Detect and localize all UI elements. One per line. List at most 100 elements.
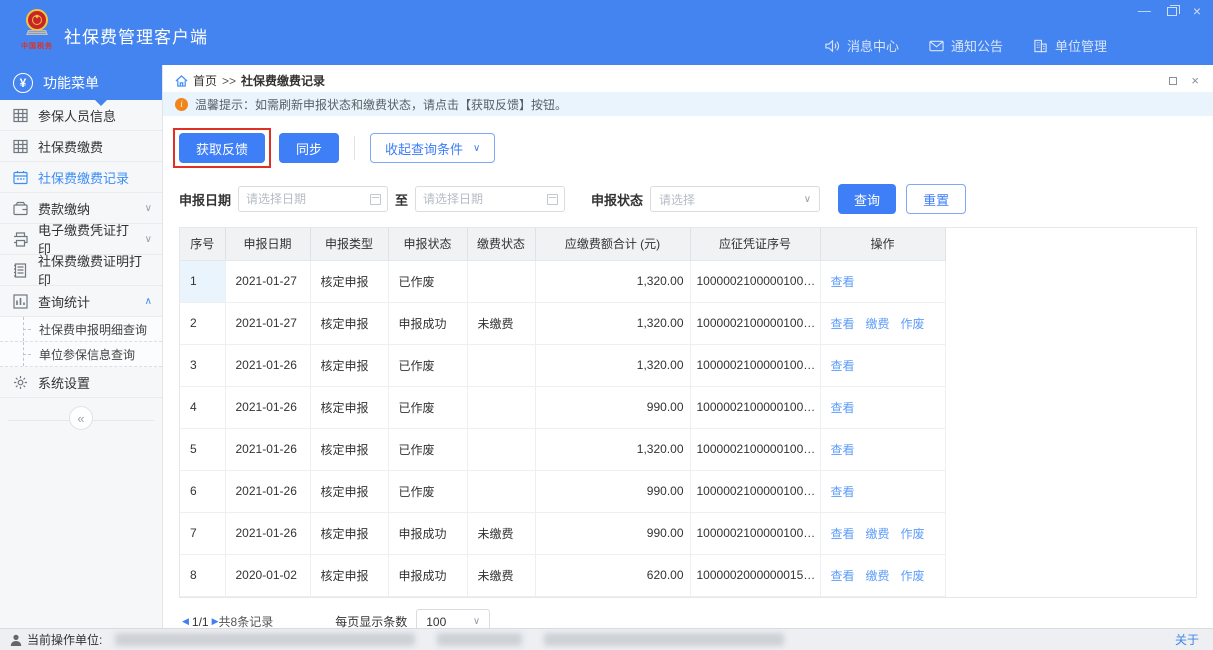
cert-icon bbox=[13, 263, 28, 278]
cell-pstatus bbox=[467, 344, 535, 386]
toolbar-divider bbox=[354, 136, 355, 160]
topbar-menu-unit-management[interactable]: 单位管理 bbox=[1033, 36, 1107, 55]
about-link[interactable]: 关于 bbox=[1175, 631, 1199, 648]
reset-button[interactable]: 重置 bbox=[906, 184, 966, 214]
get-feedback-button[interactable]: 获取反馈 bbox=[179, 133, 265, 163]
view-link[interactable]: 查看 bbox=[831, 527, 855, 541]
pay-link[interactable]: 缴费 bbox=[866, 317, 890, 331]
cell-actions: 查看 bbox=[820, 260, 945, 302]
calendar-icon bbox=[13, 170, 28, 185]
view-link[interactable]: 查看 bbox=[831, 275, 855, 289]
cell-date: 2021-01-27 bbox=[225, 260, 310, 302]
cell-dstatus: 已作废 bbox=[388, 470, 467, 512]
column-header: 申报状态 bbox=[388, 228, 467, 260]
view-link[interactable]: 查看 bbox=[831, 401, 855, 415]
sidebar-subitem-label: 单位参保信息查询 bbox=[39, 346, 135, 363]
restore-icon[interactable] bbox=[1167, 7, 1177, 16]
sidebar-item-fee-payment-records[interactable]: 社保费缴费记录 bbox=[0, 162, 162, 193]
cell-amount: 620.00 bbox=[535, 554, 690, 596]
pay-link[interactable]: 缴费 bbox=[866, 527, 890, 541]
cell-voucher: 100000210000010000... bbox=[690, 302, 820, 344]
date-from-input[interactable] bbox=[246, 192, 370, 206]
app-title: 社保费管理客户端 bbox=[64, 23, 208, 48]
table-row: 32021-01-26核定申报已作废1,320.0010000021000001… bbox=[180, 344, 945, 386]
view-link[interactable]: 查看 bbox=[831, 359, 855, 373]
sidebar-item-label: 社保费缴费 bbox=[38, 137, 103, 156]
per-page-select[interactable]: 100 ∨ bbox=[416, 609, 490, 628]
statusbar: 当前操作单位: 关于 bbox=[0, 628, 1213, 650]
column-header: 申报日期 bbox=[225, 228, 310, 260]
chevron-down-icon: ∨ bbox=[473, 143, 480, 154]
cell-seq: 2 bbox=[180, 302, 225, 344]
panel-maximize-icon[interactable] bbox=[1169, 77, 1177, 85]
sync-button[interactable]: 同步 bbox=[279, 133, 339, 163]
sidebar-item-label: 费款缴纳 bbox=[38, 199, 90, 218]
cell-type: 核定申报 bbox=[310, 260, 388, 302]
breadcrumb-home[interactable]: 首页 bbox=[193, 72, 217, 89]
close-icon[interactable]: × bbox=[1193, 5, 1201, 17]
sidebar-item-payment-cert-print[interactable]: 社保费缴费证明打印 bbox=[0, 255, 162, 286]
pay-link[interactable]: 缴费 bbox=[866, 569, 890, 583]
cell-date: 2021-01-26 bbox=[225, 344, 310, 386]
cell-amount: 1,320.00 bbox=[535, 260, 690, 302]
cell-pstatus: 未缴费 bbox=[467, 554, 535, 596]
sidebar-subitem-unit-insured-info-query[interactable]: 单位参保信息查询 bbox=[0, 342, 162, 367]
declare-status-select[interactable]: 请选择 ∨ bbox=[650, 186, 820, 212]
cell-actions: 查看缴费作废 bbox=[820, 512, 945, 554]
chevron-up-icon: ∧ bbox=[145, 296, 152, 307]
sidebar-item-insured-person-info[interactable]: 参保人员信息 bbox=[0, 100, 162, 131]
cell-date: 2020-01-02 bbox=[225, 554, 310, 596]
cell-dstatus: 已作废 bbox=[388, 260, 467, 302]
panel-close-icon[interactable]: × bbox=[1191, 76, 1199, 86]
cell-voucher: 100000210000010000... bbox=[690, 386, 820, 428]
per-page-label: 每页显示条数 bbox=[335, 613, 407, 628]
prev-page-icon[interactable]: ◀ bbox=[182, 616, 189, 627]
chevron-down-icon: ∨ bbox=[145, 234, 152, 245]
declare-status-value: 请选择 bbox=[659, 191, 695, 208]
table-row: 42021-01-26核定申报已作废990.001000002100000100… bbox=[180, 386, 945, 428]
declare-status-group: 申报状态 请选择 ∨ bbox=[591, 186, 820, 212]
view-link[interactable]: 查看 bbox=[831, 569, 855, 583]
view-link[interactable]: 查看 bbox=[831, 317, 855, 331]
building-icon bbox=[1033, 39, 1048, 53]
sidebar-item-system-settings[interactable]: 系统设置 bbox=[0, 367, 162, 398]
records-table-container: 序号申报日期申报类型申报状态缴费状态应缴费额合计 (元)应征凭证序号操作 120… bbox=[179, 227, 1197, 598]
sidebar-subitem-declare-detail-query[interactable]: 社保费申报明细查询 bbox=[0, 317, 162, 342]
cell-actions: 查看 bbox=[820, 386, 945, 428]
sidebar-item-fee-payment[interactable]: 社保费缴费 bbox=[0, 131, 162, 162]
cell-pstatus bbox=[467, 260, 535, 302]
date-to-input[interactable] bbox=[423, 192, 547, 206]
chevron-down-icon: ∨ bbox=[804, 194, 811, 205]
topbar-menu: 消息中心 通知公告 单位管理 bbox=[825, 36, 1107, 55]
calendar-icon[interactable] bbox=[547, 194, 558, 205]
sidebar-item-label: 查询统计 bbox=[38, 292, 90, 311]
cell-amount: 990.00 bbox=[535, 470, 690, 512]
next-page-icon[interactable]: ▶ bbox=[212, 616, 219, 627]
sidebar-item-label: 参保人员信息 bbox=[38, 106, 116, 125]
window-controls: — × bbox=[1138, 5, 1201, 17]
collapse-query-button[interactable]: 收起查询条件 ∨ bbox=[370, 133, 495, 163]
sidebar-collapse-button[interactable]: « bbox=[69, 406, 93, 430]
void-link[interactable]: 作废 bbox=[901, 569, 925, 583]
cell-actions: 查看 bbox=[820, 470, 945, 512]
collapse-query-label: 收起查询条件 bbox=[385, 139, 463, 158]
chevron-down-icon: ∨ bbox=[473, 616, 480, 627]
topbar-menu-message-center[interactable]: 消息中心 bbox=[825, 36, 899, 55]
cell-dstatus: 已作废 bbox=[388, 344, 467, 386]
view-link[interactable]: 查看 bbox=[831, 443, 855, 457]
cell-date: 2021-01-26 bbox=[225, 428, 310, 470]
column-header: 应征凭证序号 bbox=[690, 228, 820, 260]
calendar-icon[interactable] bbox=[370, 194, 381, 205]
cell-date: 2021-01-26 bbox=[225, 512, 310, 554]
declare-status-label: 申报状态 bbox=[591, 190, 643, 209]
query-button[interactable]: 查询 bbox=[838, 184, 896, 214]
topbar-menu-notice-bulletin[interactable]: 通知公告 bbox=[929, 36, 1003, 55]
sidebar-item-query-statistics[interactable]: 查询统计 ∧ bbox=[0, 286, 162, 317]
cell-type: 核定申报 bbox=[310, 470, 388, 512]
cell-type: 核定申报 bbox=[310, 428, 388, 470]
void-link[interactable]: 作废 bbox=[901, 317, 925, 331]
view-link[interactable]: 查看 bbox=[831, 485, 855, 499]
void-link[interactable]: 作废 bbox=[901, 527, 925, 541]
minimize-icon[interactable]: — bbox=[1138, 6, 1151, 16]
mail-icon bbox=[929, 39, 944, 53]
